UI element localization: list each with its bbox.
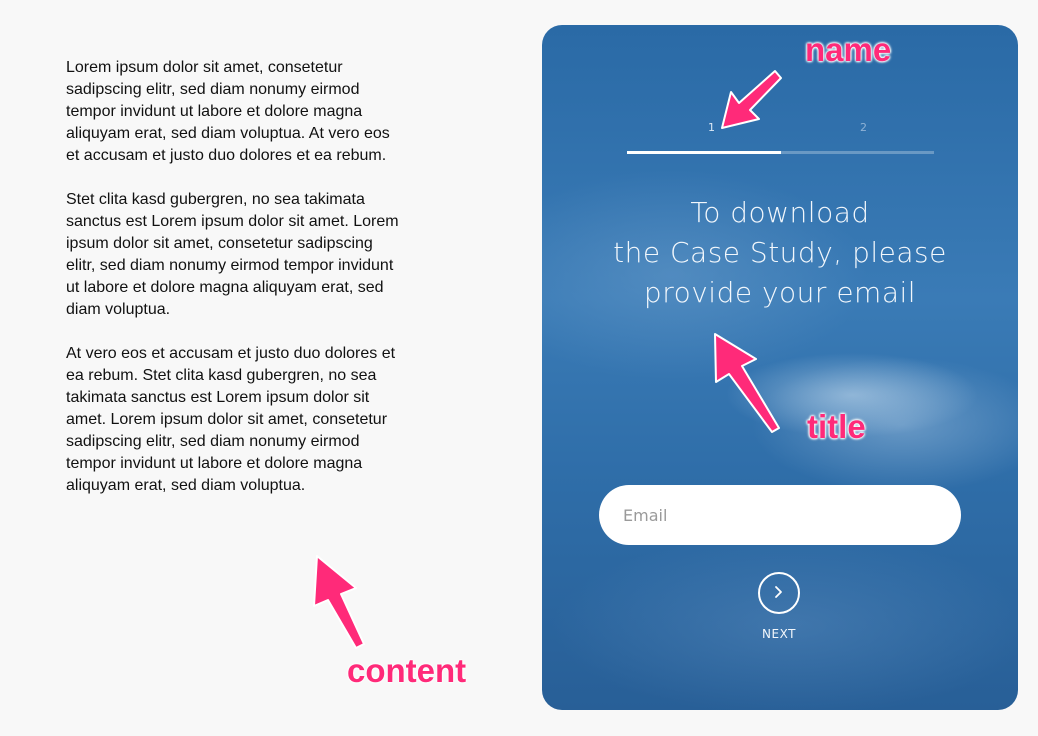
- content-arrow: [313, 555, 365, 649]
- form-title-line-1: To download: [690, 196, 870, 229]
- download-form-card: 1 2 To download the Case Study, please p…: [542, 25, 1018, 710]
- chevron-right-icon[interactable]: [758, 572, 800, 614]
- next-button-label: NEXT: [762, 627, 796, 641]
- progress-bar-fill: [627, 151, 781, 154]
- step-1-indicator: 1: [708, 121, 715, 134]
- content-paragraph-2: Stet clita kasd gubergren, no sea takima…: [66, 191, 399, 318]
- form-title-line-3: provide your email: [643, 276, 917, 309]
- content-paragraph-3: At vero eos et accusam et justo duo dolo…: [66, 345, 396, 494]
- form-title: To download the Case Study, please provi…: [582, 193, 978, 313]
- content-paragraph-1: Lorem ipsum dolor sit amet, consetetur s…: [66, 59, 390, 164]
- step-2-indicator: 2: [860, 121, 867, 134]
- content-text: Lorem ipsum dolor sit amet, consetetur s…: [66, 57, 406, 519]
- annotation-content: content: [347, 652, 467, 689]
- annotation-title: title: [807, 408, 866, 445]
- progress-bar: [627, 151, 934, 154]
- email-input[interactable]: [599, 485, 961, 545]
- next-button[interactable]: NEXT: [740, 570, 820, 648]
- form-title-line-2: the Case Study, please: [613, 236, 947, 269]
- annotation-name: name: [805, 31, 892, 68]
